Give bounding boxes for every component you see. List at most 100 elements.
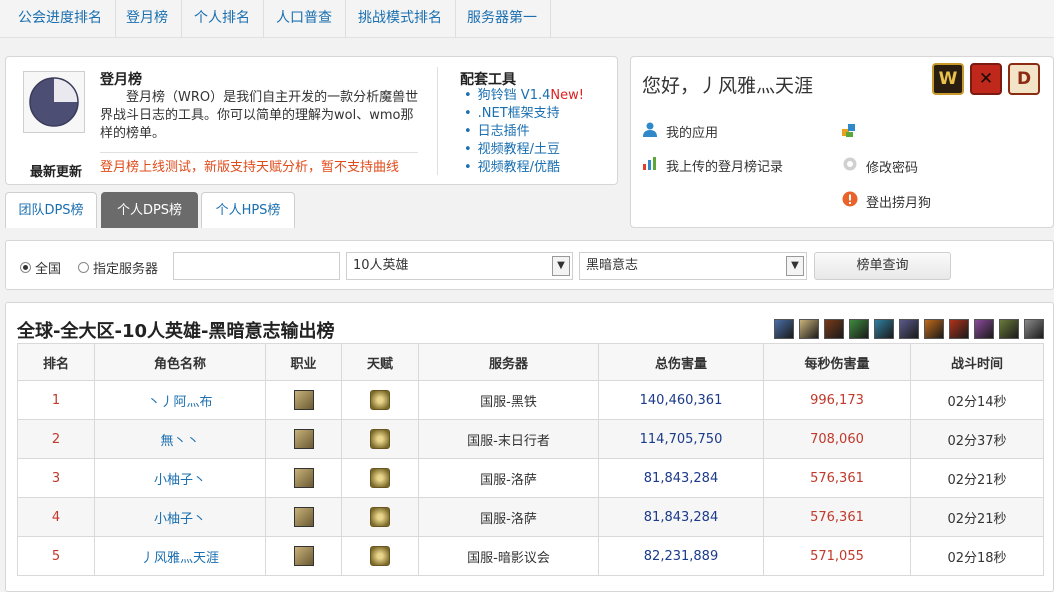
radio-specific-server[interactable]: 指定服务器 [78, 258, 158, 277]
table-row: 2 無丶丶 国服-末日行者 114,705,750 708,060 02分37秒 [17, 419, 1044, 459]
app-tiles-icon[interactable] [840, 121, 858, 139]
change-password-link[interactable]: 修改密码 [842, 156, 918, 176]
character-name-link[interactable]: 無丶丶 [94, 419, 266, 459]
spec-icon [370, 507, 390, 527]
col-header-spec: 天赋 [341, 343, 419, 381]
col-header-rank: 排名 [17, 343, 95, 381]
fight-time-cell: 02分14秒 [910, 380, 1044, 420]
col-header-class: 职业 [265, 343, 342, 381]
character-name-link[interactable]: 丿风雅灬天涯 [94, 536, 266, 576]
class-icon [293, 429, 314, 449]
moon-chart-icon [29, 77, 79, 127]
bar-chart-icon [642, 155, 658, 175]
my-apps-link[interactable]: 我的应用 [642, 121, 718, 141]
nav-personal-rank[interactable]: 个人排名 [181, 0, 264, 38]
tool-link-video-youku[interactable]: • 视频教程/优酷 [464, 159, 584, 177]
filter-bar: 全国 指定服务器 10人英雄 ▼ 黑暗意志 ▼ 榜单查询 [5, 240, 1054, 290]
fight-time-cell: 02分21秒 [910, 497, 1044, 537]
dps-cell: 708,060 [763, 419, 911, 459]
tool-link-dogbell[interactable]: • 狗铃铛 V1.4New! [464, 87, 584, 105]
table-row: 4 小柚子丶 国服-洛萨 81,843,284 576,361 02分21秒 [17, 497, 1044, 537]
wow-icon[interactable]: W [932, 63, 964, 95]
nav-census[interactable]: 人口普查 [263, 0, 346, 38]
user-greeting: 您好，丿风雅灬天涯 [642, 75, 814, 97]
my-uploads-link[interactable]: 我上传的登月榜记录 [642, 155, 783, 175]
total-damage-cell: 81,843,284 [598, 458, 764, 498]
warning-icon [842, 191, 858, 211]
server-cell: 国服-末日行者 [418, 419, 599, 459]
intro-description: 登月榜（WRO）是我们自主开发的一款分析魔兽世界战斗日志的工具。你可以简单的理解… [100, 90, 419, 141]
class-filter-icon[interactable] [824, 319, 844, 339]
rank-cell: 3 [17, 458, 95, 498]
col-header-dps: 每秒伤害量 [763, 343, 911, 381]
dps-cell: 576,361 [763, 497, 911, 537]
rank-cell: 5 [17, 536, 95, 576]
table-row: 5 丿风雅灬天涯 国服-暗影议会 82,231,889 571,055 02分1… [17, 536, 1044, 576]
chevron-down-icon: ▼ [552, 256, 570, 276]
radio-all[interactable]: 全国 [20, 258, 61, 277]
ranking-title: 全球-全大区-10人英雄-黑暗意志输出榜 [17, 321, 335, 342]
server-cell: 国服-洛萨 [418, 497, 599, 537]
server-input[interactable] [173, 252, 340, 280]
class-icon [293, 546, 314, 566]
diablo-icon[interactable]: D [1008, 63, 1040, 95]
intro-vertical-divider [437, 67, 438, 175]
total-damage-cell: 114,705,750 [598, 419, 764, 459]
query-button[interactable]: 榜单查询 [814, 252, 951, 280]
nav-server-first[interactable]: 服务器第一 [454, 0, 551, 38]
intro-title: 登月榜 [100, 72, 142, 88]
class-icon [293, 507, 314, 527]
class-filter-icon[interactable] [974, 319, 994, 339]
fight-time-cell: 02分21秒 [910, 458, 1044, 498]
radio-unchecked-icon [78, 262, 89, 273]
class-filter-icon[interactable] [849, 319, 869, 339]
dota-icon[interactable]: ✕ [970, 63, 1002, 95]
total-damage-cell: 81,843,284 [598, 497, 764, 537]
nav-moon-ranking[interactable]: 登月榜 [113, 0, 182, 38]
col-header-total: 总伤害量 [598, 343, 764, 381]
ranking-panel: 全球-全大区-10人英雄-黑暗意志输出榜 排名 角色名称 职业 天赋 服务器 总… [5, 302, 1054, 592]
rank-cell: 4 [17, 497, 95, 537]
class-filter-icon[interactable] [999, 319, 1019, 339]
class-cell [265, 497, 342, 537]
tool-link-dotnet[interactable]: • .NET框架支持 [464, 105, 584, 123]
class-filter-icon[interactable] [874, 319, 894, 339]
tab-personal-hps[interactable]: 个人HPS榜 [201, 192, 295, 228]
class-filter-icon[interactable] [774, 319, 794, 339]
latest-update-label: 最新更新 [30, 165, 83, 180]
radio-checked-icon [20, 262, 31, 273]
character-name-link[interactable]: 丶丿阿灬布 [94, 380, 266, 420]
gear-icon [842, 156, 858, 176]
nav-challenge-rank[interactable]: 挑战模式排名 [345, 0, 456, 38]
class-cell [265, 536, 342, 576]
rank-cell: 1 [17, 380, 95, 420]
class-filter-icon[interactable] [949, 319, 969, 339]
class-filter-icon[interactable] [1024, 319, 1044, 339]
character-name-link[interactable]: 小柚子丶 [94, 497, 266, 537]
table-row: 1 丶丿阿灬布 国服-黑铁 140,460,361 996,173 02分14秒 [17, 380, 1044, 420]
intro-divider [100, 152, 418, 153]
latest-update-text[interactable]: 登月榜上线测试，新版支持天赋分析，暂不支持曲线 [100, 159, 410, 177]
tab-personal-dps[interactable]: 个人DPS榜 [101, 192, 198, 228]
tools-list: • 狗铃铛 V1.4New! • .NET框架支持 • 日志插件 • 视频教程/土豆 •… [464, 87, 584, 177]
dps-cell: 571,055 [763, 536, 911, 576]
class-filter-icon[interactable] [899, 319, 919, 339]
intro-panel: 登月榜 登月榜（WRO）是我们自主开发的一款分析魔兽世界战斗日志的工具。你可以简… [5, 56, 618, 185]
tool-link-video-tudou[interactable]: • 视频教程/土豆 [464, 141, 584, 159]
dps-cell: 576,361 [763, 458, 911, 498]
nav-guild-progress[interactable]: 公会进度排名 [5, 0, 116, 38]
tool-link-log-plugin[interactable]: • 日志插件 [464, 123, 584, 141]
tab-team-dps[interactable]: 团队DPS榜 [5, 192, 97, 228]
class-filter-icon[interactable] [799, 319, 819, 339]
spec-icon [370, 429, 390, 449]
server-cell: 国服-洛萨 [418, 458, 599, 498]
class-filter-icon[interactable] [924, 319, 944, 339]
tools-title: 配套工具 [460, 72, 516, 88]
character-name-link[interactable]: 小柚子丶 [94, 458, 266, 498]
col-header-name: 角色名称 [94, 343, 266, 381]
spec-cell [341, 380, 419, 420]
boss-select[interactable]: 黑暗意志 ▼ [579, 252, 807, 280]
ranking-table: 排名 角色名称 职业 天赋 服务器 总伤害量 每秒伤害量 战斗时间 1 丶丿阿灬… [17, 343, 1044, 576]
logout-link[interactable]: 登出捞月狗 [842, 191, 931, 211]
difficulty-select[interactable]: 10人英雄 ▼ [346, 252, 573, 280]
